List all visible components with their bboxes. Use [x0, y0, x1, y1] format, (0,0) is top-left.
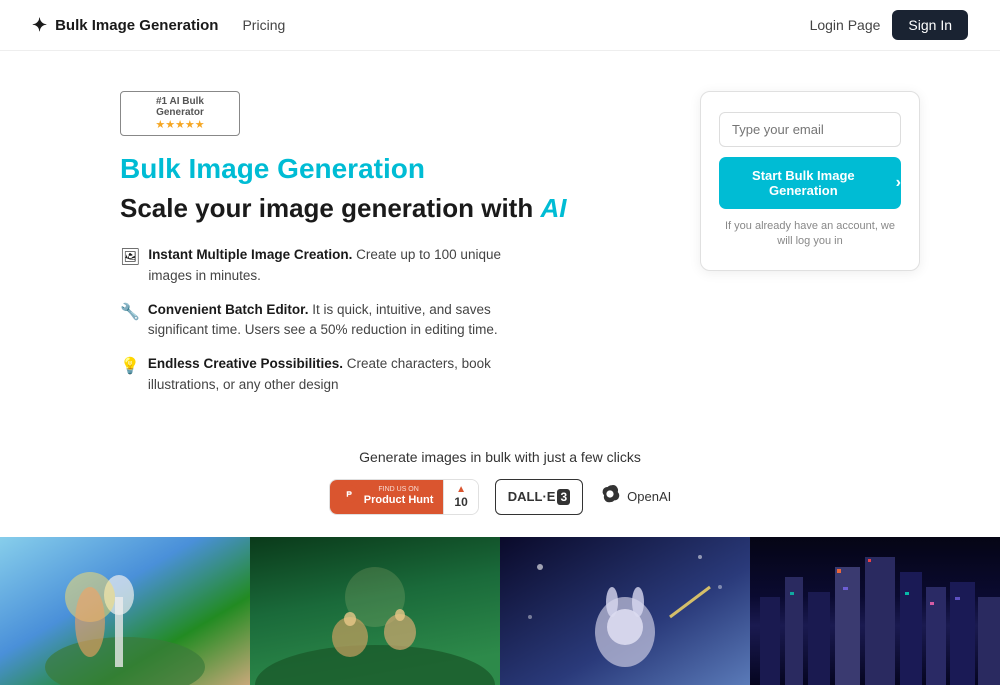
image-bunny [500, 537, 750, 685]
product-hunt-badge[interactable]: FIND US ON Product Hunt ▲ 10 [329, 479, 479, 515]
feature-1-icon: 🖼 [120, 246, 140, 270]
nav-right: Login Page Sign In [810, 10, 968, 40]
feature-3-bold: Endless Creative Possibilities. [148, 356, 343, 371]
login-button[interactable]: Login Page [810, 17, 881, 33]
feature-2-text: Convenient Batch Editor. It is quick, in… [148, 300, 540, 341]
email-input[interactable] [719, 112, 901, 147]
logo-icon: ✦ [32, 15, 47, 36]
feature-1-text: Instant Multiple Image Creation. Create … [148, 245, 540, 286]
hero-title-colored: Bulk Image Generation [120, 152, 640, 186]
logo-text: Bulk Image Generation [55, 17, 218, 34]
openai-badge[interactable]: OpenAI [599, 483, 671, 511]
pricing-link[interactable]: Pricing [242, 17, 285, 33]
feature-3-text: Endless Creative Possibilities. Create c… [148, 354, 540, 395]
hero-right: Start Bulk Image Generation › If you alr… [700, 91, 920, 271]
image-cats [250, 537, 500, 685]
ph-badge-left: FIND US ON Product Hunt [330, 480, 444, 514]
hero-section: #1 AI Bulk Generator ★★★★★ Bulk Image Ge… [0, 51, 1000, 439]
image-woman [0, 537, 250, 685]
title-main: Bulk Image Generation [120, 153, 425, 184]
form-card: Start Bulk Image Generation › If you alr… [700, 91, 920, 271]
award-rank: #1 AI Bulk Generator [131, 96, 229, 118]
hero-headline: Scale your image generation with AI [120, 192, 640, 226]
ph-count: 10 [454, 495, 467, 509]
feature-1-bold: Instant Multiple Image Creation. [148, 247, 352, 262]
cta-arrow-icon: › [896, 174, 901, 192]
ph-badge-right: ▲ 10 [443, 480, 477, 514]
award-laurel: #1 AI Bulk Generator ★★★★★ [120, 91, 240, 136]
dalle-badge[interactable]: DALL·E 3 [495, 479, 583, 515]
dalle-version: 3 [557, 489, 570, 505]
nav-logo: ✦ Bulk Image Generation [32, 15, 218, 36]
headline-text: Scale your image generation with [120, 193, 540, 223]
cta-button[interactable]: Start Bulk Image Generation › [719, 157, 901, 209]
openai-label: OpenAI [627, 489, 671, 504]
signin-button[interactable]: Sign In [892, 10, 968, 40]
images-section [0, 537, 1000, 685]
award-badge: #1 AI Bulk Generator ★★★★★ [120, 91, 640, 136]
image-city [750, 537, 1000, 685]
award-stars: ★★★★★ [131, 118, 229, 131]
badges-section: Generate images in bulk with just a few … [0, 439, 1000, 533]
form-note: If you already have an account, we will … [719, 219, 901, 250]
navbar: ✦ Bulk Image Generation Pricing Login Pa… [0, 0, 1000, 51]
ai-word: AI [540, 193, 566, 223]
feature-2-bold: Convenient Batch Editor. [148, 302, 309, 317]
hero-left: #1 AI Bulk Generator ★★★★★ Bulk Image Ge… [120, 91, 640, 409]
cta-label: Start Bulk Image Generation [719, 168, 888, 198]
nav-left: ✦ Bulk Image Generation Pricing [32, 15, 285, 36]
openai-icon [599, 483, 621, 511]
feature-1: 🖼 Instant Multiple Image Creation. Creat… [120, 245, 540, 286]
feature-2: 🔧 Convenient Batch Editor. It is quick, … [120, 300, 540, 341]
ph-name: Product Hunt [364, 494, 434, 507]
product-hunt-icon [340, 485, 358, 508]
feature-2-icon: 🔧 [120, 301, 140, 325]
ph-upvote-icon: ▲ [456, 484, 466, 495]
feature-3-icon: 💡 [120, 355, 140, 379]
ph-text: FIND US ON Product Hunt [364, 486, 434, 508]
badges-row: FIND US ON Product Hunt ▲ 10 DALL·E 3 Op… [0, 479, 1000, 515]
feature-3: 💡 Endless Creative Possibilities. Create… [120, 354, 540, 395]
badges-label: Generate images in bulk with just a few … [0, 449, 1000, 465]
dalle-label: DALL·E [508, 489, 556, 504]
ph-top-text: FIND US ON [364, 486, 434, 494]
